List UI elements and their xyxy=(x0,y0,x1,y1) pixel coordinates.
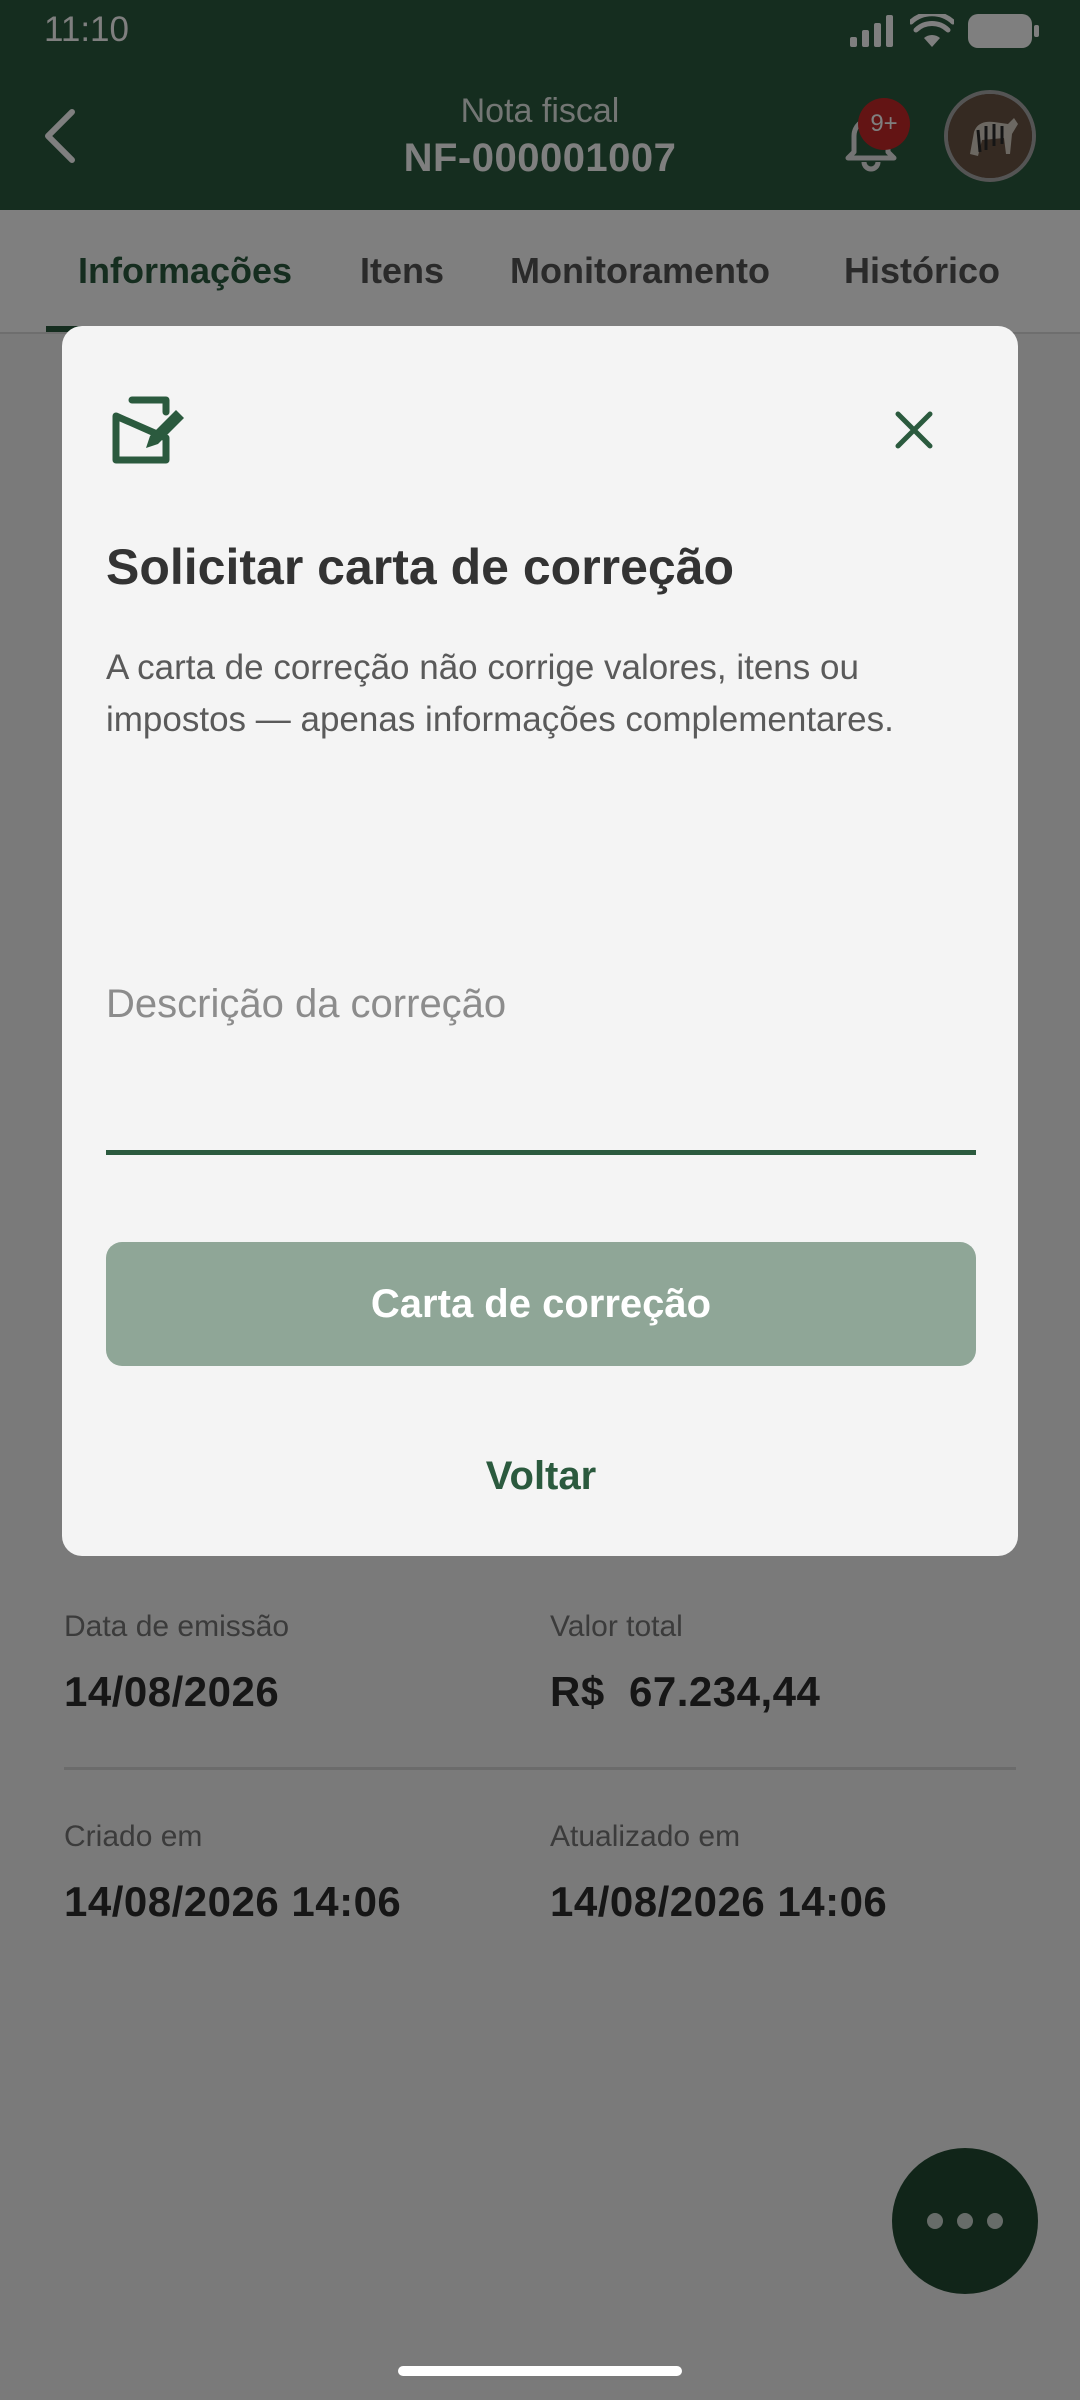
document-edit-icon xyxy=(106,390,186,470)
correction-letter-dialog: Solicitar carta de correção A carta de c… xyxy=(62,326,1018,1556)
correction-description-input[interactable]: Descrição da correção xyxy=(106,982,506,1027)
correction-letter-button[interactable]: Carta de correção xyxy=(106,1242,976,1366)
dialog-description: A carta de correção não corrige valores,… xyxy=(106,648,894,739)
input-underline xyxy=(106,1150,976,1155)
close-button[interactable] xyxy=(882,398,946,462)
close-icon xyxy=(895,411,933,449)
dialog-title: Solicitar carta de correção xyxy=(106,539,735,595)
home-indicator[interactable] xyxy=(398,2366,682,2376)
back-dialog-button[interactable]: Voltar xyxy=(106,1422,976,1530)
